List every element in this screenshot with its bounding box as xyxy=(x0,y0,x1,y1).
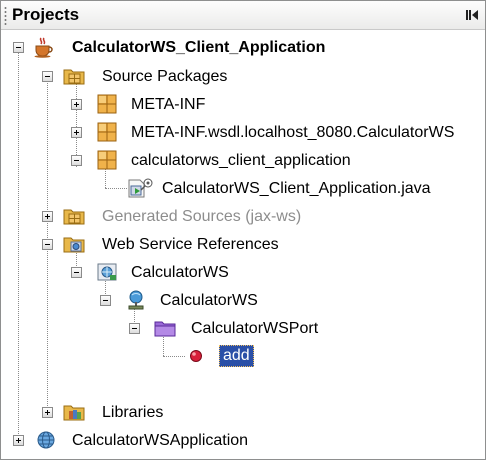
tree-node-ws-application[interactable]: CalculatorWSApplication xyxy=(1,429,485,453)
tree-node-calculator-ws[interactable]: CalculatorWS xyxy=(1,261,485,285)
package-icon xyxy=(97,150,117,170)
minimize-icon[interactable] xyxy=(465,8,479,22)
ws-references-folder-icon xyxy=(63,237,85,253)
meta-inf-wsdl-label: META-INF.wsdl.localhost_8080.CalculatorW… xyxy=(131,124,455,141)
tree-node-project[interactable]: CalculatorWS_Client_Application xyxy=(1,36,485,60)
client-package-label: calculatorws_client_application xyxy=(131,152,351,169)
tree-node-meta-inf-wsdl[interactable]: META-INF.wsdl.localhost_8080.CalculatorW… xyxy=(1,121,485,145)
package-icon xyxy=(97,122,117,142)
package-folder-icon xyxy=(63,69,85,85)
ws-port-label: CalculatorWSPort xyxy=(191,320,319,337)
tree-node-libraries[interactable]: Libraries xyxy=(1,401,485,425)
tree-node-ws-port[interactable]: CalculatorWSPort xyxy=(1,317,485,341)
service-icon xyxy=(128,290,144,310)
drag-grip[interactable] xyxy=(4,6,7,25)
package-folder-icon xyxy=(63,209,85,225)
project-tree: CalculatorWS_Client_Application Source P… xyxy=(1,30,485,459)
collapse-toggle[interactable] xyxy=(42,239,53,250)
expand-toggle[interactable] xyxy=(71,127,82,138)
ws-application-label: CalculatorWSApplication xyxy=(72,432,249,449)
meta-inf-label: META-INF xyxy=(131,96,206,113)
web-application-icon xyxy=(37,431,55,449)
expand-toggle[interactable] xyxy=(42,407,53,418)
collapse-toggle[interactable] xyxy=(71,155,82,166)
collapse-toggle[interactable] xyxy=(71,267,82,278)
operation-icon xyxy=(190,350,202,362)
ws-references-label: Web Service References xyxy=(102,236,279,253)
collapse-toggle[interactable] xyxy=(100,295,111,306)
library-folder-icon xyxy=(63,405,85,421)
libraries-label: Libraries xyxy=(102,404,164,421)
calculator-ws-label: CalculatorWS xyxy=(131,264,229,281)
tree-node-operation-add[interactable]: add xyxy=(1,345,485,369)
projects-titlebar: Projects xyxy=(1,1,485,30)
projects-panel: Projects CalculatorWS_Client_Application… xyxy=(0,0,486,460)
web-service-icon xyxy=(97,263,117,281)
collapse-toggle[interactable] xyxy=(42,71,53,82)
port-folder-icon xyxy=(154,321,176,337)
coffee-cup-icon xyxy=(34,37,53,58)
tree-node-client-package[interactable]: calculatorws_client_application xyxy=(1,149,485,173)
tree-node-java-file[interactable]: CalculatorWS_Client_Application.java xyxy=(1,177,485,201)
expand-toggle[interactable] xyxy=(13,435,24,446)
expand-toggle[interactable] xyxy=(71,99,82,110)
java-main-class-icon xyxy=(128,178,153,198)
panel-title: Projects xyxy=(12,5,80,24)
collapse-toggle[interactable] xyxy=(129,323,140,334)
package-icon xyxy=(97,94,117,114)
tree-node-calculator-ws-service[interactable]: CalculatorWS xyxy=(1,289,485,313)
tree-node-generated-sources[interactable]: Generated Sources (jax-ws) xyxy=(1,205,485,229)
tree-node-ws-references[interactable]: Web Service References xyxy=(1,233,485,257)
operation-add-label: add xyxy=(219,345,254,367)
tree-node-meta-inf[interactable]: META-INF xyxy=(1,93,485,117)
collapse-toggle[interactable] xyxy=(13,42,24,53)
tree-node-source-packages[interactable]: Source Packages xyxy=(1,65,485,89)
project-label: CalculatorWS_Client_Application xyxy=(72,39,326,56)
generated-sources-label: Generated Sources (jax-ws) xyxy=(102,208,302,225)
source-packages-label: Source Packages xyxy=(102,68,228,85)
java-file-label: CalculatorWS_Client_Application.java xyxy=(162,180,431,197)
expand-toggle[interactable] xyxy=(42,211,53,222)
calculator-ws-service-label: CalculatorWS xyxy=(160,292,258,309)
